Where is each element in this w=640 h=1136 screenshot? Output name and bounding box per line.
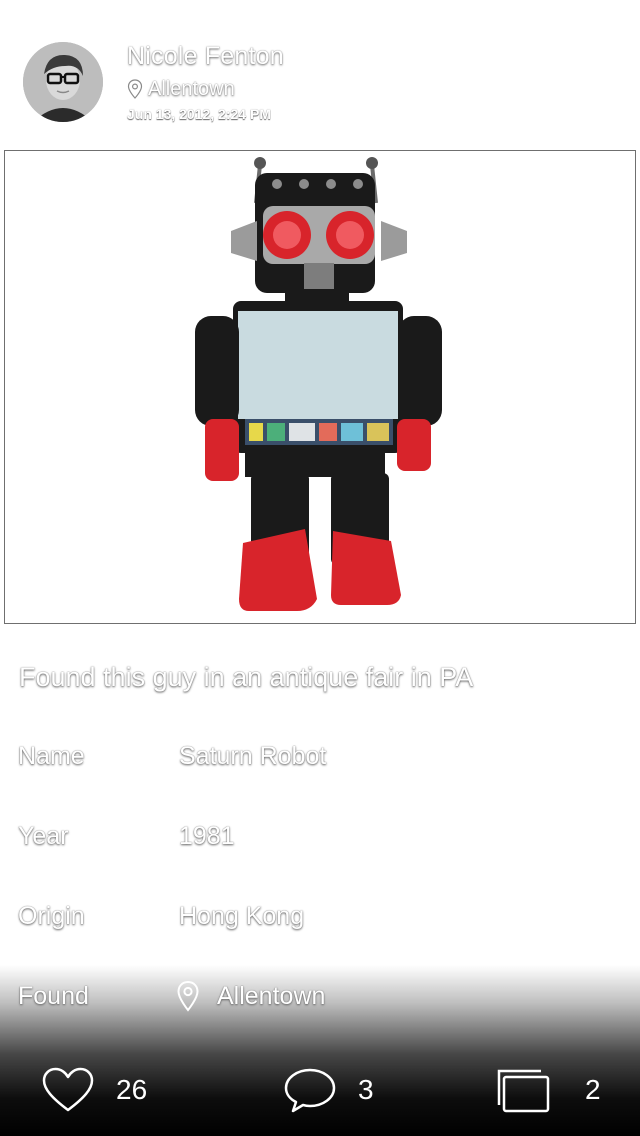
post-caption: Found this guy in an antique fair in PA xyxy=(19,662,474,692)
author-avatar[interactable] xyxy=(23,42,103,122)
speech-bubble-icon xyxy=(284,1068,336,1113)
heart-icon xyxy=(42,1067,94,1112)
detail-name-label: Name xyxy=(18,742,85,770)
robot-photo xyxy=(5,151,635,623)
detail-found-text: Allentown xyxy=(217,981,326,1010)
author-name[interactable]: Nicole Fenton xyxy=(127,42,284,71)
detail-origin-value: Hong Kong xyxy=(179,902,305,930)
detail-found-label: Found xyxy=(18,982,89,1010)
post-timestamp: Jun 13, 2012, 2:24 PM xyxy=(127,106,271,122)
author-location[interactable]: Allentown xyxy=(127,76,235,102)
like-count: 26 xyxy=(116,1074,148,1105)
detail-origin-label: Origin xyxy=(18,902,85,930)
location-pin-icon xyxy=(177,980,199,1012)
detail-found-value[interactable]: Allentown xyxy=(176,980,325,1012)
comment-button[interactable]: 3 xyxy=(284,1062,374,1118)
collection-button[interactable]: 2 xyxy=(497,1062,601,1118)
stacked-squares-icon xyxy=(497,1069,550,1113)
location-pin-icon xyxy=(127,79,143,99)
detail-year-label: Year xyxy=(18,822,69,850)
like-button[interactable]: 26 xyxy=(42,1062,147,1118)
collection-count: 2 xyxy=(585,1074,601,1105)
comment-count: 3 xyxy=(358,1074,374,1105)
post-photo[interactable] xyxy=(4,150,636,624)
detail-name-value: Saturn Robot xyxy=(179,742,327,770)
author-location-label: Allentown xyxy=(148,77,235,100)
detail-year-value: 1981 xyxy=(179,822,235,850)
